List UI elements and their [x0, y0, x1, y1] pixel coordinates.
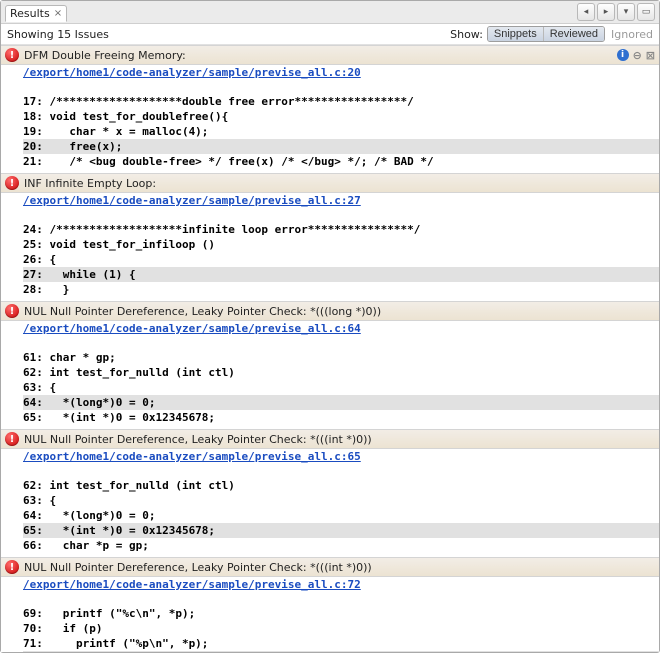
- tab-label: Results: [10, 7, 50, 20]
- issue-body: /export/home1/code-analyzer/sample/previ…: [1, 449, 659, 557]
- issue-title: DFM Double Freeing Memory:: [24, 49, 186, 62]
- issue-header[interactable]: ! NUL Null Pointer Dereference, Leaky Po…: [1, 301, 659, 321]
- summary-bar: Showing 15 Issues Show: Snippets Reviewe…: [1, 24, 659, 45]
- issue-count-label: Showing 15 Issues: [7, 28, 109, 41]
- nav-prev-button[interactable]: ◂: [577, 3, 595, 21]
- tab-bar: Results × ◂ ▸ ▾ ▭: [1, 1, 659, 24]
- issue-body: /export/home1/code-analyzer/sample/previ…: [1, 65, 659, 173]
- info-icon[interactable]: i: [617, 49, 629, 61]
- error-icon: !: [5, 560, 19, 574]
- issue-title: NUL Null Pointer Dereference, Leaky Poin…: [24, 433, 372, 446]
- file-path-link[interactable]: /export/home1/code-analyzer/sample/previ…: [23, 450, 361, 463]
- issue-title: NUL Null Pointer Dereference, Leaky Poin…: [24, 305, 381, 318]
- file-path-link[interactable]: /export/home1/code-analyzer/sample/previ…: [23, 322, 361, 335]
- code-snippet: 62: int test_for_nulld (int ctl) 63: { 6…: [23, 463, 659, 553]
- error-icon: !: [5, 176, 19, 190]
- file-path-link[interactable]: /export/home1/code-analyzer/sample/previ…: [23, 578, 361, 591]
- dismiss-icon[interactable]: ⊠: [646, 49, 655, 62]
- error-icon: !: [5, 48, 19, 62]
- issue-header[interactable]: ! INF Infinite Empty Loop:: [1, 173, 659, 193]
- reviewed-button[interactable]: Reviewed: [543, 27, 604, 41]
- code-snippet: 17: /*******************double free erro…: [23, 79, 659, 169]
- close-icon[interactable]: ×: [54, 8, 62, 19]
- code-snippet: 61: char * gp; 62: int test_for_nulld (i…: [23, 335, 659, 425]
- issue-body: /export/home1/code-analyzer/sample/previ…: [1, 577, 659, 652]
- collapse-icon[interactable]: ⊖: [633, 49, 642, 62]
- issue-title: INF Infinite Empty Loop:: [24, 177, 156, 190]
- ignored-button[interactable]: Ignored: [611, 28, 653, 41]
- file-path-link[interactable]: /export/home1/code-analyzer/sample/previ…: [23, 194, 361, 207]
- issue-header[interactable]: ! NUL Null Pointer Dereference, Leaky Po…: [1, 429, 659, 449]
- nav-next-button[interactable]: ▸: [597, 3, 615, 21]
- issue-header[interactable]: ! NUL Null Pointer Dereference, Leaky Po…: [1, 557, 659, 577]
- issue-header[interactable]: ! DFM Double Freeing Memory: i ⊖ ⊠: [1, 45, 659, 65]
- snippets-button[interactable]: Snippets: [488, 27, 543, 41]
- minimize-button[interactable]: ▭: [637, 3, 655, 21]
- error-icon: !: [5, 304, 19, 318]
- view-mode-segment: Snippets Reviewed: [487, 26, 605, 42]
- issue-body: /export/home1/code-analyzer/sample/previ…: [1, 193, 659, 301]
- code-snippet: 69: printf ("%c\n", *p); 70: if (p) 71: …: [23, 591, 659, 652]
- issue-list[interactable]: ! DFM Double Freeing Memory: i ⊖ ⊠ /expo…: [1, 45, 659, 652]
- show-label: Show:: [450, 28, 483, 41]
- error-icon: !: [5, 432, 19, 446]
- dropdown-button[interactable]: ▾: [617, 3, 635, 21]
- issue-title: NUL Null Pointer Dereference, Leaky Poin…: [24, 561, 372, 574]
- file-path-link[interactable]: /export/home1/code-analyzer/sample/previ…: [23, 66, 361, 79]
- tab-results[interactable]: Results ×: [5, 5, 67, 22]
- code-snippet: 24: /*******************infinite loop er…: [23, 207, 659, 297]
- issue-body: /export/home1/code-analyzer/sample/previ…: [1, 321, 659, 429]
